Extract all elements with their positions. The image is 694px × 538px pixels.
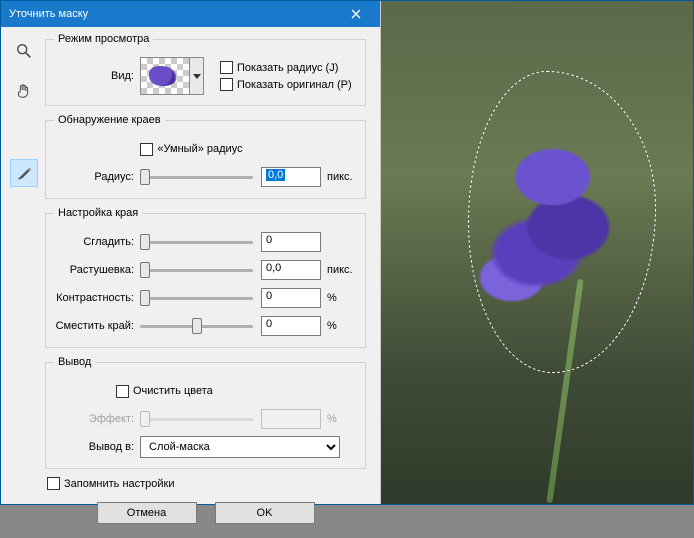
group-adjust-edge: Настройка края Сгладить: 0 Растушевка: 0… (45, 207, 366, 348)
hand-tool[interactable] (10, 77, 38, 105)
chevron-down-icon (193, 74, 201, 79)
smooth-slider[interactable] (140, 233, 253, 251)
feather-slider[interactable] (140, 261, 253, 279)
radius-unit: пикс. (321, 171, 357, 183)
group-output-legend: Вывод (54, 356, 95, 368)
close-icon (351, 9, 361, 19)
remember-label: Запомнить настройки (64, 478, 175, 490)
radius-input[interactable]: 0,0 (261, 167, 321, 187)
contrast-slider[interactable] (140, 289, 253, 307)
view-swatch[interactable] (140, 57, 190, 95)
contrast-unit: % (321, 292, 357, 304)
refine-mask-dialog: Уточнить маску Режим (1, 1, 381, 504)
shift-unit: % (321, 320, 357, 332)
show-radius-label: Показать радиус (J) (237, 62, 338, 74)
show-radius-checkbox[interactable]: Показать радиус (J) (220, 61, 352, 74)
button-row: Отмена OK (45, 496, 366, 532)
group-adjust-legend: Настройка края (54, 207, 142, 219)
ok-button[interactable]: OK (215, 502, 315, 524)
output-to-select[interactable]: Слой-маска (140, 436, 340, 458)
magnifier-icon (15, 42, 33, 60)
smooth-label: Сгладить: (54, 236, 140, 248)
dialog-content: Режим просмотра Вид: Показать радиус (J) (41, 33, 374, 532)
hand-icon (15, 82, 33, 100)
group-output: Вывод Очистить цвета Эффект: % (45, 356, 366, 469)
cancel-button[interactable]: Отмена (97, 502, 197, 524)
feather-input[interactable]: 0,0 (261, 260, 321, 280)
amount-label: Эффект: (54, 413, 140, 425)
shift-slider[interactable] (140, 317, 253, 335)
brush-icon (15, 164, 33, 182)
app-window: Уточнить маску Режим (0, 0, 694, 505)
output-to-label: Вывод в: (54, 441, 140, 453)
refine-brush-tool[interactable] (10, 159, 38, 187)
amount-input (261, 409, 321, 429)
smart-radius-checkbox[interactable]: «Умный» радиус (140, 143, 242, 156)
group-view-mode: Режим просмотра Вид: Показать радиус (J) (45, 33, 366, 106)
remember-settings-checkbox[interactable]: Запомнить настройки (47, 477, 366, 490)
contrast-label: Контрастность: (54, 292, 140, 304)
shift-input[interactable]: 0 (261, 316, 321, 336)
radius-label: Радиус: (54, 171, 140, 183)
radius-slider[interactable] (140, 168, 253, 186)
titlebar: Уточнить маску (1, 1, 380, 27)
view-label: Вид: (54, 70, 140, 82)
feather-unit: пикс. (321, 264, 357, 276)
smart-radius-label: «Умный» радиус (157, 143, 242, 155)
zoom-tool[interactable] (10, 37, 38, 65)
checkbox-icon (140, 143, 153, 156)
contrast-input[interactable]: 0 (261, 288, 321, 308)
image-preview[interactable] (381, 1, 693, 504)
amount-unit: % (321, 413, 357, 425)
decontaminate-checkbox[interactable]: Очистить цвета (116, 385, 213, 398)
show-original-label: Показать оригинал (P) (237, 79, 352, 91)
checkbox-icon (220, 78, 233, 91)
checkbox-icon (47, 477, 60, 490)
feather-label: Растушевка: (54, 264, 140, 276)
tool-column (7, 33, 41, 532)
view-dropdown[interactable] (190, 57, 204, 95)
show-original-checkbox[interactable]: Показать оригинал (P) (220, 78, 352, 91)
group-edge-detection: Обнаружение краев «Умный» радиус Радиус:… (45, 114, 366, 199)
group-edge-legend: Обнаружение краев (54, 114, 165, 126)
decontaminate-label: Очистить цвета (133, 385, 213, 397)
close-button[interactable] (340, 1, 372, 27)
smooth-input[interactable]: 0 (261, 232, 321, 252)
group-view-legend: Режим просмотра (54, 33, 153, 45)
amount-slider (140, 410, 253, 428)
checkbox-icon (116, 385, 129, 398)
shift-label: Сместить край: (54, 320, 140, 332)
checkbox-icon (220, 61, 233, 74)
window-title: Уточнить маску (9, 8, 340, 20)
